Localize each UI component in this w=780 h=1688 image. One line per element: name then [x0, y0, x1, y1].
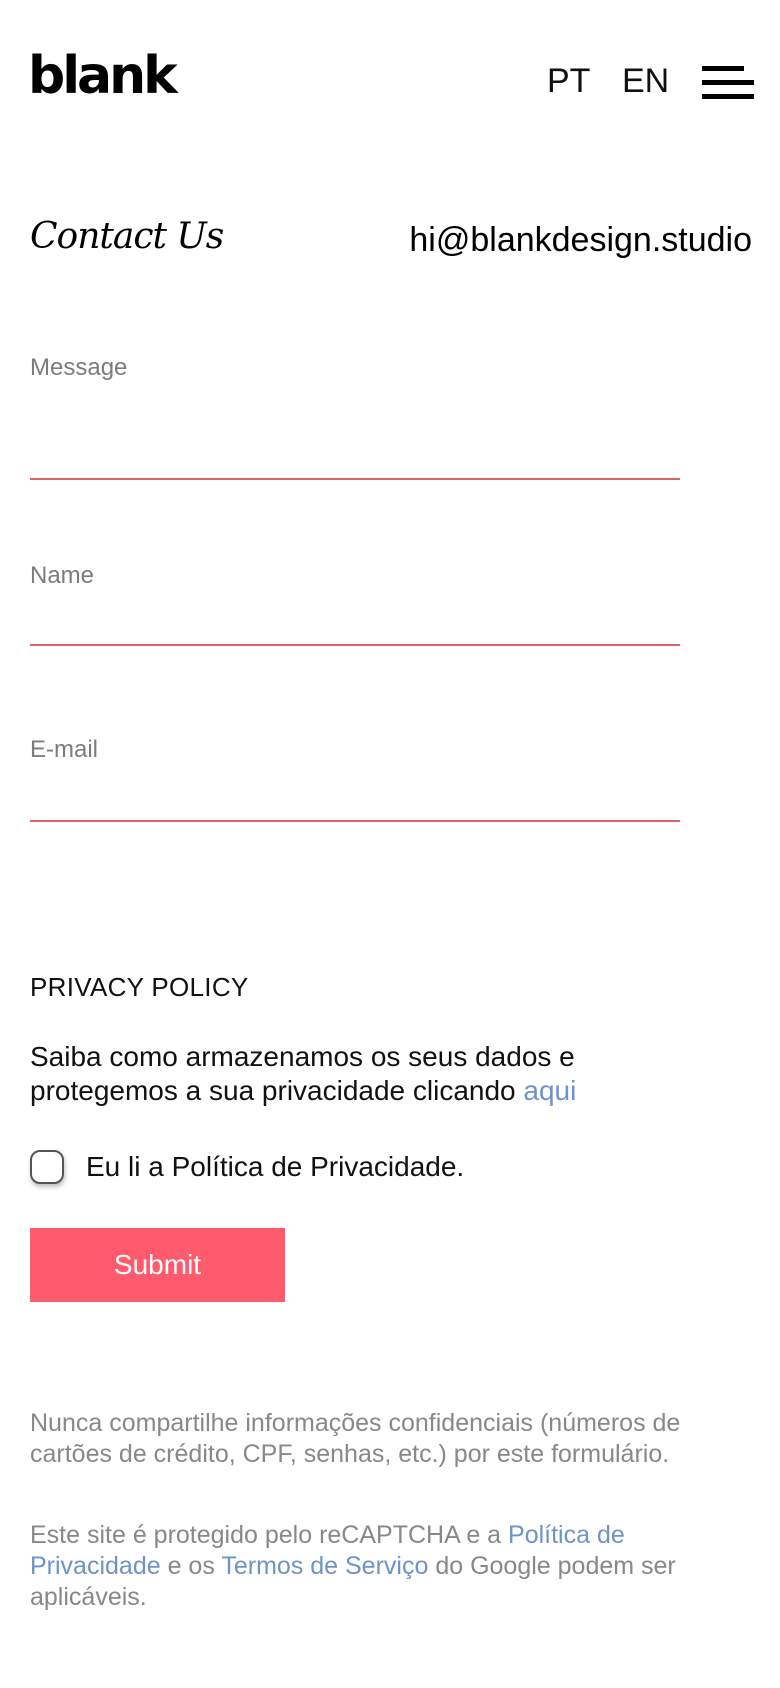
contact-email-link[interactable]: hi@blankdesign.studio: [409, 221, 752, 260]
privacy-policy-heading: PRIVACY POLICY: [30, 972, 249, 1002]
email-field[interactable]: [30, 780, 680, 822]
recaptcha-prefix: Este site é protegido pelo reCAPTCHA e a: [30, 1521, 509, 1549]
name-field[interactable]: [30, 604, 680, 646]
site-header: blank PT EN: [0, 0, 780, 170]
recaptcha-notice: Este site é protegido pelo reCAPTCHA e a…: [30, 1520, 690, 1613]
recaptcha-middle: e os: [160, 1552, 222, 1580]
message-field[interactable]: [30, 400, 680, 480]
confidential-notice: Nunca compartilhe informações confidenci…: [30, 1409, 681, 1468]
language-pt[interactable]: PT: [547, 64, 590, 98]
message-label: Message: [30, 354, 128, 381]
google-terms-link[interactable]: Termos de Serviço: [221, 1552, 428, 1580]
name-label: Name: [30, 562, 95, 589]
hamburger-menu-icon[interactable]: [702, 66, 754, 104]
privacy-checkbox[interactable]: [30, 1150, 64, 1184]
submit-button[interactable]: Submit: [30, 1228, 285, 1302]
privacy-policy-link[interactable]: aqui: [523, 1075, 576, 1106]
email-label: E-mail: [30, 736, 99, 763]
privacy-policy-description: Saiba como armazenamos os seus dados e p…: [30, 1041, 575, 1106]
privacy-checkbox-label[interactable]: Eu li a Política de Privacidade.: [86, 1151, 464, 1183]
page-title: Contact Us: [30, 216, 224, 257]
logo[interactable]: blank: [28, 50, 178, 102]
privacy-policy-text: Saiba como armazenamos os seus dados e p…: [30, 1040, 670, 1108]
language-en[interactable]: EN: [622, 64, 669, 98]
